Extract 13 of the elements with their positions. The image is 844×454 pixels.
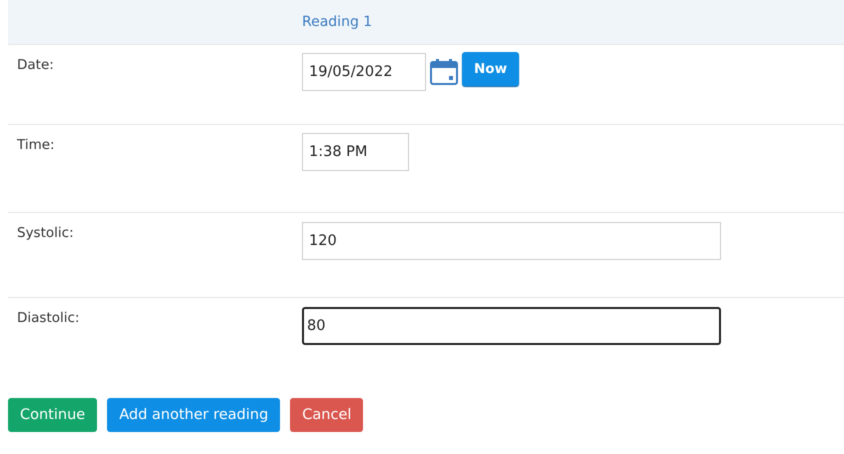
now-button[interactable]: Now	[462, 52, 520, 86]
field-label: Date:	[16, 56, 55, 75]
action-button[interactable]: Cancel	[290, 398, 364, 432]
field-label: Time:	[16, 136, 56, 155]
action-button[interactable]: Add another reading	[107, 398, 280, 432]
column-header: Reading 1	[302, 14, 374, 30]
input-field[interactable]: 120	[302, 222, 721, 260]
input-field[interactable]: 19/05/2022	[302, 53, 426, 91]
field-label: Diastolic:	[16, 309, 80, 328]
calendar-icon[interactable]	[430, 59, 458, 85]
input-field[interactable]: 80	[302, 307, 721, 345]
field-label: Systolic:	[16, 224, 75, 243]
input-field[interactable]: 1:38 PM	[302, 133, 409, 171]
